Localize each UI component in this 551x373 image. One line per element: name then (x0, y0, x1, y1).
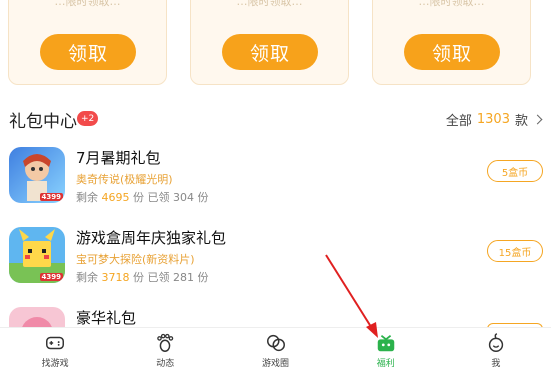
gift-stats: 剩余 3718 份 已领 281 份 (76, 269, 209, 285)
circle-icon (266, 334, 285, 352)
section-title: 礼包中心 (9, 112, 77, 132)
nav-me[interactable]: 我 (441, 328, 551, 373)
nav-find-games[interactable]: 找游戏 (0, 328, 110, 373)
view-all-link[interactable]: 全部 1303 款 (445, 110, 543, 129)
brand-badge: 4399 (39, 273, 63, 281)
nav-label: 我 (491, 359, 501, 369)
profile-icon (488, 333, 504, 352)
claim-button[interactable]: 领取 (404, 34, 500, 70)
claim-button[interactable]: 领取 (222, 34, 318, 70)
view-all-count: 1303 (476, 112, 510, 127)
section-new-badge: +2 (77, 111, 99, 126)
gift-game[interactable]: 奥奇传说(极耀光明) (76, 171, 173, 187)
coupon-card: …限时领取… 领取 (190, 0, 349, 85)
coupon-hint: …限时领取… (418, 0, 485, 8)
nav-label: 福利 (376, 359, 395, 369)
nav-activity[interactable]: 动态 (110, 328, 220, 373)
gift-stats: 剩余 4695 份 已领 304 份 (76, 189, 209, 205)
list-item[interactable]: 4399 7月暑期礼包 奥奇传说(极耀光明) 剩余 4695 份 已领 304 … (9, 147, 543, 209)
view-all-prefix: 全部 (445, 114, 472, 129)
remain-count: 4695 (101, 191, 130, 204)
remain-unit: 份 (133, 191, 144, 204)
nav-label: 游戏圈 (262, 359, 290, 369)
gift-name: 7月暑期礼包 (76, 149, 161, 167)
nav-label: 找游戏 (41, 359, 69, 369)
nav-welfare[interactable]: 福利 (331, 328, 441, 373)
price-button[interactable]: 15盒币 (487, 240, 543, 262)
coupon-row: …限时领取… 领取 …限时领取… 领取 …限时领取… 领取 (0, 0, 551, 90)
remain-count: 3718 (101, 271, 130, 284)
view-all-suffix: 款 (514, 114, 528, 129)
coupon-card: …限时领取… 领取 (372, 0, 531, 85)
gift-icon (377, 334, 394, 352)
nav-label: 动态 (156, 359, 175, 369)
coupon-hint: …限时领取… (236, 0, 303, 8)
gift-name: 豪华礼包 (76, 309, 137, 327)
bottom-nav: 找游戏 动态 游戏圈 福利 我 (0, 327, 551, 373)
chevron-right-icon (532, 114, 543, 125)
nav-game-circle[interactable]: 游戏圈 (220, 328, 330, 373)
claimed-count: 已领 304 份 (147, 191, 209, 204)
footprint-icon (157, 333, 174, 352)
remain-label: 剩余 (76, 271, 98, 284)
coupon-hint: …限时领取… (54, 0, 121, 8)
gamepad-icon (46, 336, 65, 350)
remain-label: 剩余 (76, 191, 98, 204)
claimed-count: 已领 281 份 (147, 271, 209, 284)
price-button[interactable]: 5盒币 (487, 160, 543, 182)
coupon-card: …限时领取… 领取 (8, 0, 167, 85)
gift-name: 游戏盒周年庆独家礼包 (76, 229, 227, 247)
gift-game[interactable]: 宝可梦大探险(新资料片) (76, 251, 195, 267)
brand-badge: 4399 (39, 193, 63, 201)
list-item[interactable]: 4399 游戏盒周年庆独家礼包 宝可梦大探险(新资料片) 剩余 3718 份 已… (9, 227, 543, 289)
game-icon-aoqi: 4399 (9, 147, 65, 203)
remain-unit: 份 (133, 271, 144, 284)
claim-button[interactable]: 领取 (40, 34, 136, 70)
game-icon-pokemon: 4399 (9, 227, 65, 283)
